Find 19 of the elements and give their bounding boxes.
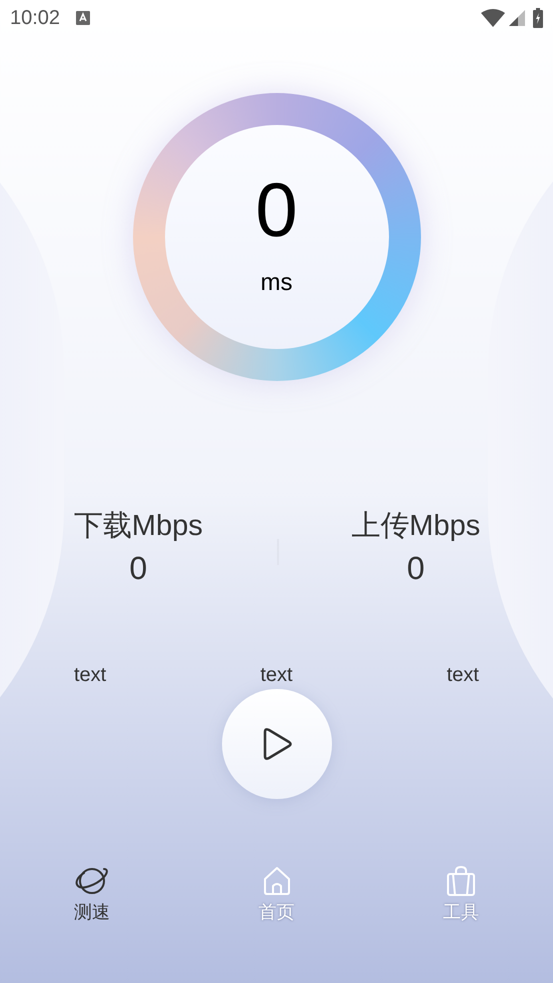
battery-icon	[533, 8, 543, 28]
stat-label: 上传Mbps	[351, 509, 480, 544]
shopping-bag-icon	[445, 865, 477, 897]
nav-tab[interactable]: 测速	[72, 865, 112, 923]
stat-label: 下载Mbps	[74, 509, 203, 544]
latency-value: 0	[255, 173, 298, 249]
keyboard-notification-icon	[76, 11, 90, 25]
wifi-icon	[481, 9, 505, 27]
nav-tab[interactable]: 首页	[256, 865, 296, 923]
planet-icon	[74, 865, 110, 897]
signal-icon	[509, 10, 525, 26]
info-label: text	[446, 664, 479, 686]
latency-unit: ms	[260, 268, 292, 298]
stat-value: 0	[129, 549, 148, 588]
info-label: text	[74, 664, 106, 686]
stat-value: 0	[406, 549, 425, 588]
status-time: 10:02	[10, 6, 60, 31]
nav-tab[interactable]: 工具	[441, 865, 481, 923]
info-label: text	[260, 664, 293, 686]
